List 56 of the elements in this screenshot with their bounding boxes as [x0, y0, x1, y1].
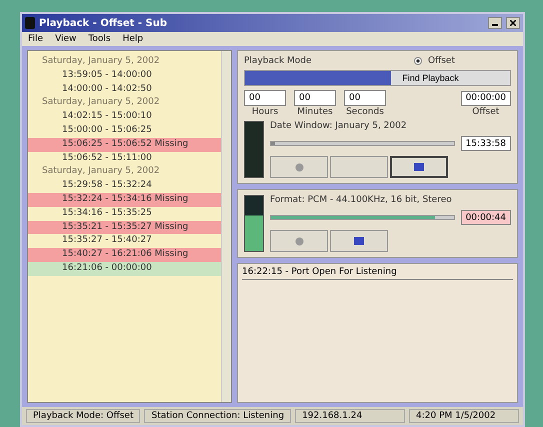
list-item[interactable]: 15:35:21 - 15:35:27 Missing	[28, 220, 221, 234]
radio-button[interactable]	[414, 57, 422, 65]
status-text: 192.168.1.24	[295, 409, 406, 423]
list-item[interactable]: 14:02:15 - 15:00:10	[28, 110, 221, 124]
stop-button[interactable]	[330, 230, 388, 252]
status-text: Playback Mode: Offset	[26, 409, 140, 423]
spinner-label: Hours	[252, 107, 278, 117]
radio-label: Offset	[428, 56, 455, 66]
close-icon	[510, 20, 516, 26]
spinner-label: Seconds	[346, 107, 384, 117]
mode-label: Playback Mode	[244, 56, 313, 66]
stop-button[interactable]	[390, 156, 448, 178]
status-text: 4:20 PM 1/5/2002	[409, 409, 519, 423]
list-item[interactable]: 15:06:52 - 15:11:00	[28, 152, 221, 166]
status-text: Station Connection: Listening	[144, 409, 292, 423]
stop-icon	[414, 163, 424, 171]
list-item[interactable]: 14:00:00 - 14:02:50	[28, 82, 221, 96]
list-item[interactable]: 15:00:00 - 15:06:25	[28, 124, 221, 138]
menu-item[interactable]: File	[28, 34, 44, 44]
minimize-button[interactable]	[488, 17, 502, 29]
list-item[interactable]: 15:34:16 - 15:35:25	[28, 206, 221, 221]
list-item[interactable]: 15:06:25 - 15:06:52 Missing	[28, 138, 221, 152]
spinner-field[interactable]: 00	[244, 90, 286, 106]
find-playback-button[interactable]: Find Playback	[244, 70, 511, 86]
menu-item[interactable]: Help	[122, 34, 144, 44]
list-header[interactable]: Saturday, January 5, 2002	[28, 55, 221, 69]
window-title: Playback - Offset - Sub	[39, 18, 168, 28]
list-header[interactable]: Saturday, January 5, 2002	[28, 165, 221, 180]
offset-label: Offset	[472, 106, 500, 116]
log-line: 16:22:15 - Port Open For Listening	[242, 267, 513, 280]
menu-item[interactable]: View	[55, 34, 76, 44]
list-item[interactable]: 13:59:05 - 14:00:00	[28, 68, 221, 83]
level-meter	[244, 121, 264, 178]
circle-icon	[294, 162, 304, 172]
list-item[interactable]: 15:35:27 - 15:40:27	[28, 234, 221, 248]
position-slider[interactable]	[270, 141, 455, 146]
spinner-field[interactable]: 00	[294, 90, 336, 106]
stop-icon	[354, 237, 364, 245]
time-field[interactable]: 00:00:44	[460, 210, 511, 225]
format-label: Format: PCM - 44.100KHz, 16 bit, Stereo	[270, 195, 453, 205]
list-header[interactable]: Saturday, January 5, 2002	[28, 96, 221, 110]
scrollbar[interactable]	[221, 51, 231, 402]
circle-icon	[294, 236, 304, 246]
date-window-label: Date Window: January 5, 2002	[270, 121, 408, 131]
list-item[interactable]: 15:32:24 - 15:34:16 Missing	[28, 192, 221, 207]
menu-item[interactable]: Tools	[88, 34, 111, 44]
level-meter	[244, 195, 264, 252]
list-item[interactable]: 16:21:06 - 00:00:00	[28, 262, 221, 276]
offset-field[interactable]: 00:00:00	[460, 90, 511, 106]
time-field[interactable]: 15:33:58	[460, 136, 511, 151]
spinner-label: Minutes	[297, 107, 333, 117]
spinner-field[interactable]: 00	[344, 90, 386, 106]
list-item[interactable]: 15:29:58 - 15:32:24	[28, 179, 221, 193]
list-item[interactable]: 15:40:27 - 16:21:06 Missing	[28, 248, 221, 262]
app-icon	[25, 17, 35, 29]
close-button[interactable]	[506, 17, 520, 29]
